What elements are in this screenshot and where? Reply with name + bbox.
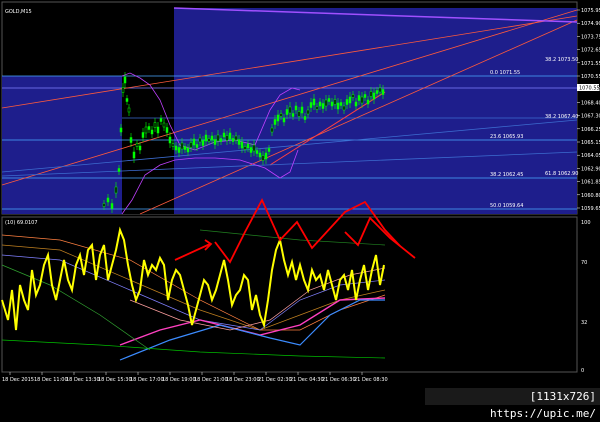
- right-fib-label-1: 38.2 1067.40: [545, 114, 578, 120]
- time-tick-label: 18 Dec 15:30: [98, 377, 132, 383]
- osc-tick-label: 0: [581, 368, 584, 374]
- symbol-label: GOLD,M15: [5, 9, 32, 15]
- price-tick-label: 1075.95: [581, 8, 600, 14]
- price-tick-label: 1073.75: [581, 34, 600, 40]
- price-tick-label: 1060.80: [581, 193, 600, 199]
- price-tick-label: 1064.05: [581, 153, 600, 159]
- price-axis: 1075.95 1074.90 1073.75 1072.65 1071.55 1070.…: [577, 8, 600, 212]
- time-tick-label: 18 Dec 2015: [2, 377, 34, 383]
- time-tick-label: 21 Dec 04:30: [290, 377, 324, 383]
- right-fib-label-0: 38.2 1073.50: [545, 57, 578, 63]
- price-tick-label: 1074.90: [581, 21, 600, 27]
- oscillator-pane: [1, 216, 578, 373]
- price-tick-label: 1059.65: [581, 206, 600, 212]
- fib-box-left: [2, 76, 122, 214]
- price-tick-label: 1072.65: [581, 48, 600, 54]
- osc-tick-label: 70: [581, 260, 587, 266]
- price-tick-label: 1066.25: [581, 127, 600, 133]
- fib-label-2: 38.2 1062.45: [490, 172, 523, 178]
- time-tick-label: 18 Dec 19:00: [162, 377, 196, 383]
- chart-window: GOLD,M15 0.0 1071.55 23.6 1065.93 38.2 1…: [0, 0, 600, 420]
- time-tick-label: 21 Dec 02:30: [258, 377, 292, 383]
- price-tick-label: 1071.55: [581, 61, 600, 67]
- time-tick-label: 21 Dec 06:30: [322, 377, 356, 383]
- watermark: [1131x726] https://upic.me/: [425, 388, 600, 420]
- time-tick-label: 18 Dec 17:00: [130, 377, 164, 383]
- time-axis: 18 Dec 2015 18 Dec 11:0018 Dec 13:3018 De…: [2, 372, 388, 383]
- fib-box-right: [174, 8, 577, 214]
- price-tick-label: 1068.40: [581, 100, 600, 106]
- price-tick-label: 1070.55: [581, 74, 600, 80]
- osc-tick-label: 100: [581, 220, 591, 226]
- time-tick-label: 18 Dec 23:00: [226, 377, 260, 383]
- osc-tick-label: 32: [581, 320, 587, 326]
- fib-label-0: 0.0 1071.55: [490, 70, 520, 76]
- fib-label-3: 50.0 1059.64: [490, 203, 523, 209]
- time-tick-label: 18 Dec 11:00: [34, 377, 68, 383]
- time-tick-label: 18 Dec 13:30: [66, 377, 100, 383]
- oscillator-axis: 100 70 32 0: [581, 220, 591, 374]
- indicator-label: (10) 69.0107: [5, 220, 38, 226]
- price-tick-label: 1061.85: [581, 180, 600, 186]
- gap-region: [122, 76, 174, 214]
- chart-svg: GOLD,M15 0.0 1071.55 23.6 1065.93 38.2 1…: [1, 1, 600, 383]
- current-price-label: 1070.55: [579, 86, 600, 92]
- time-tick-label: 18 Dec 21:00: [194, 377, 228, 383]
- fib-label-1: 23.6 1065.93: [490, 134, 523, 140]
- price-tick-label: 1065.15: [581, 140, 600, 146]
- price-tick-label: 1067.30: [581, 114, 600, 120]
- price-tick-label: 1062.90: [581, 166, 600, 172]
- time-tick-label: 21 Dec 08:30: [354, 377, 388, 383]
- right-fib-label-2: 61.8 1062.90: [545, 171, 578, 177]
